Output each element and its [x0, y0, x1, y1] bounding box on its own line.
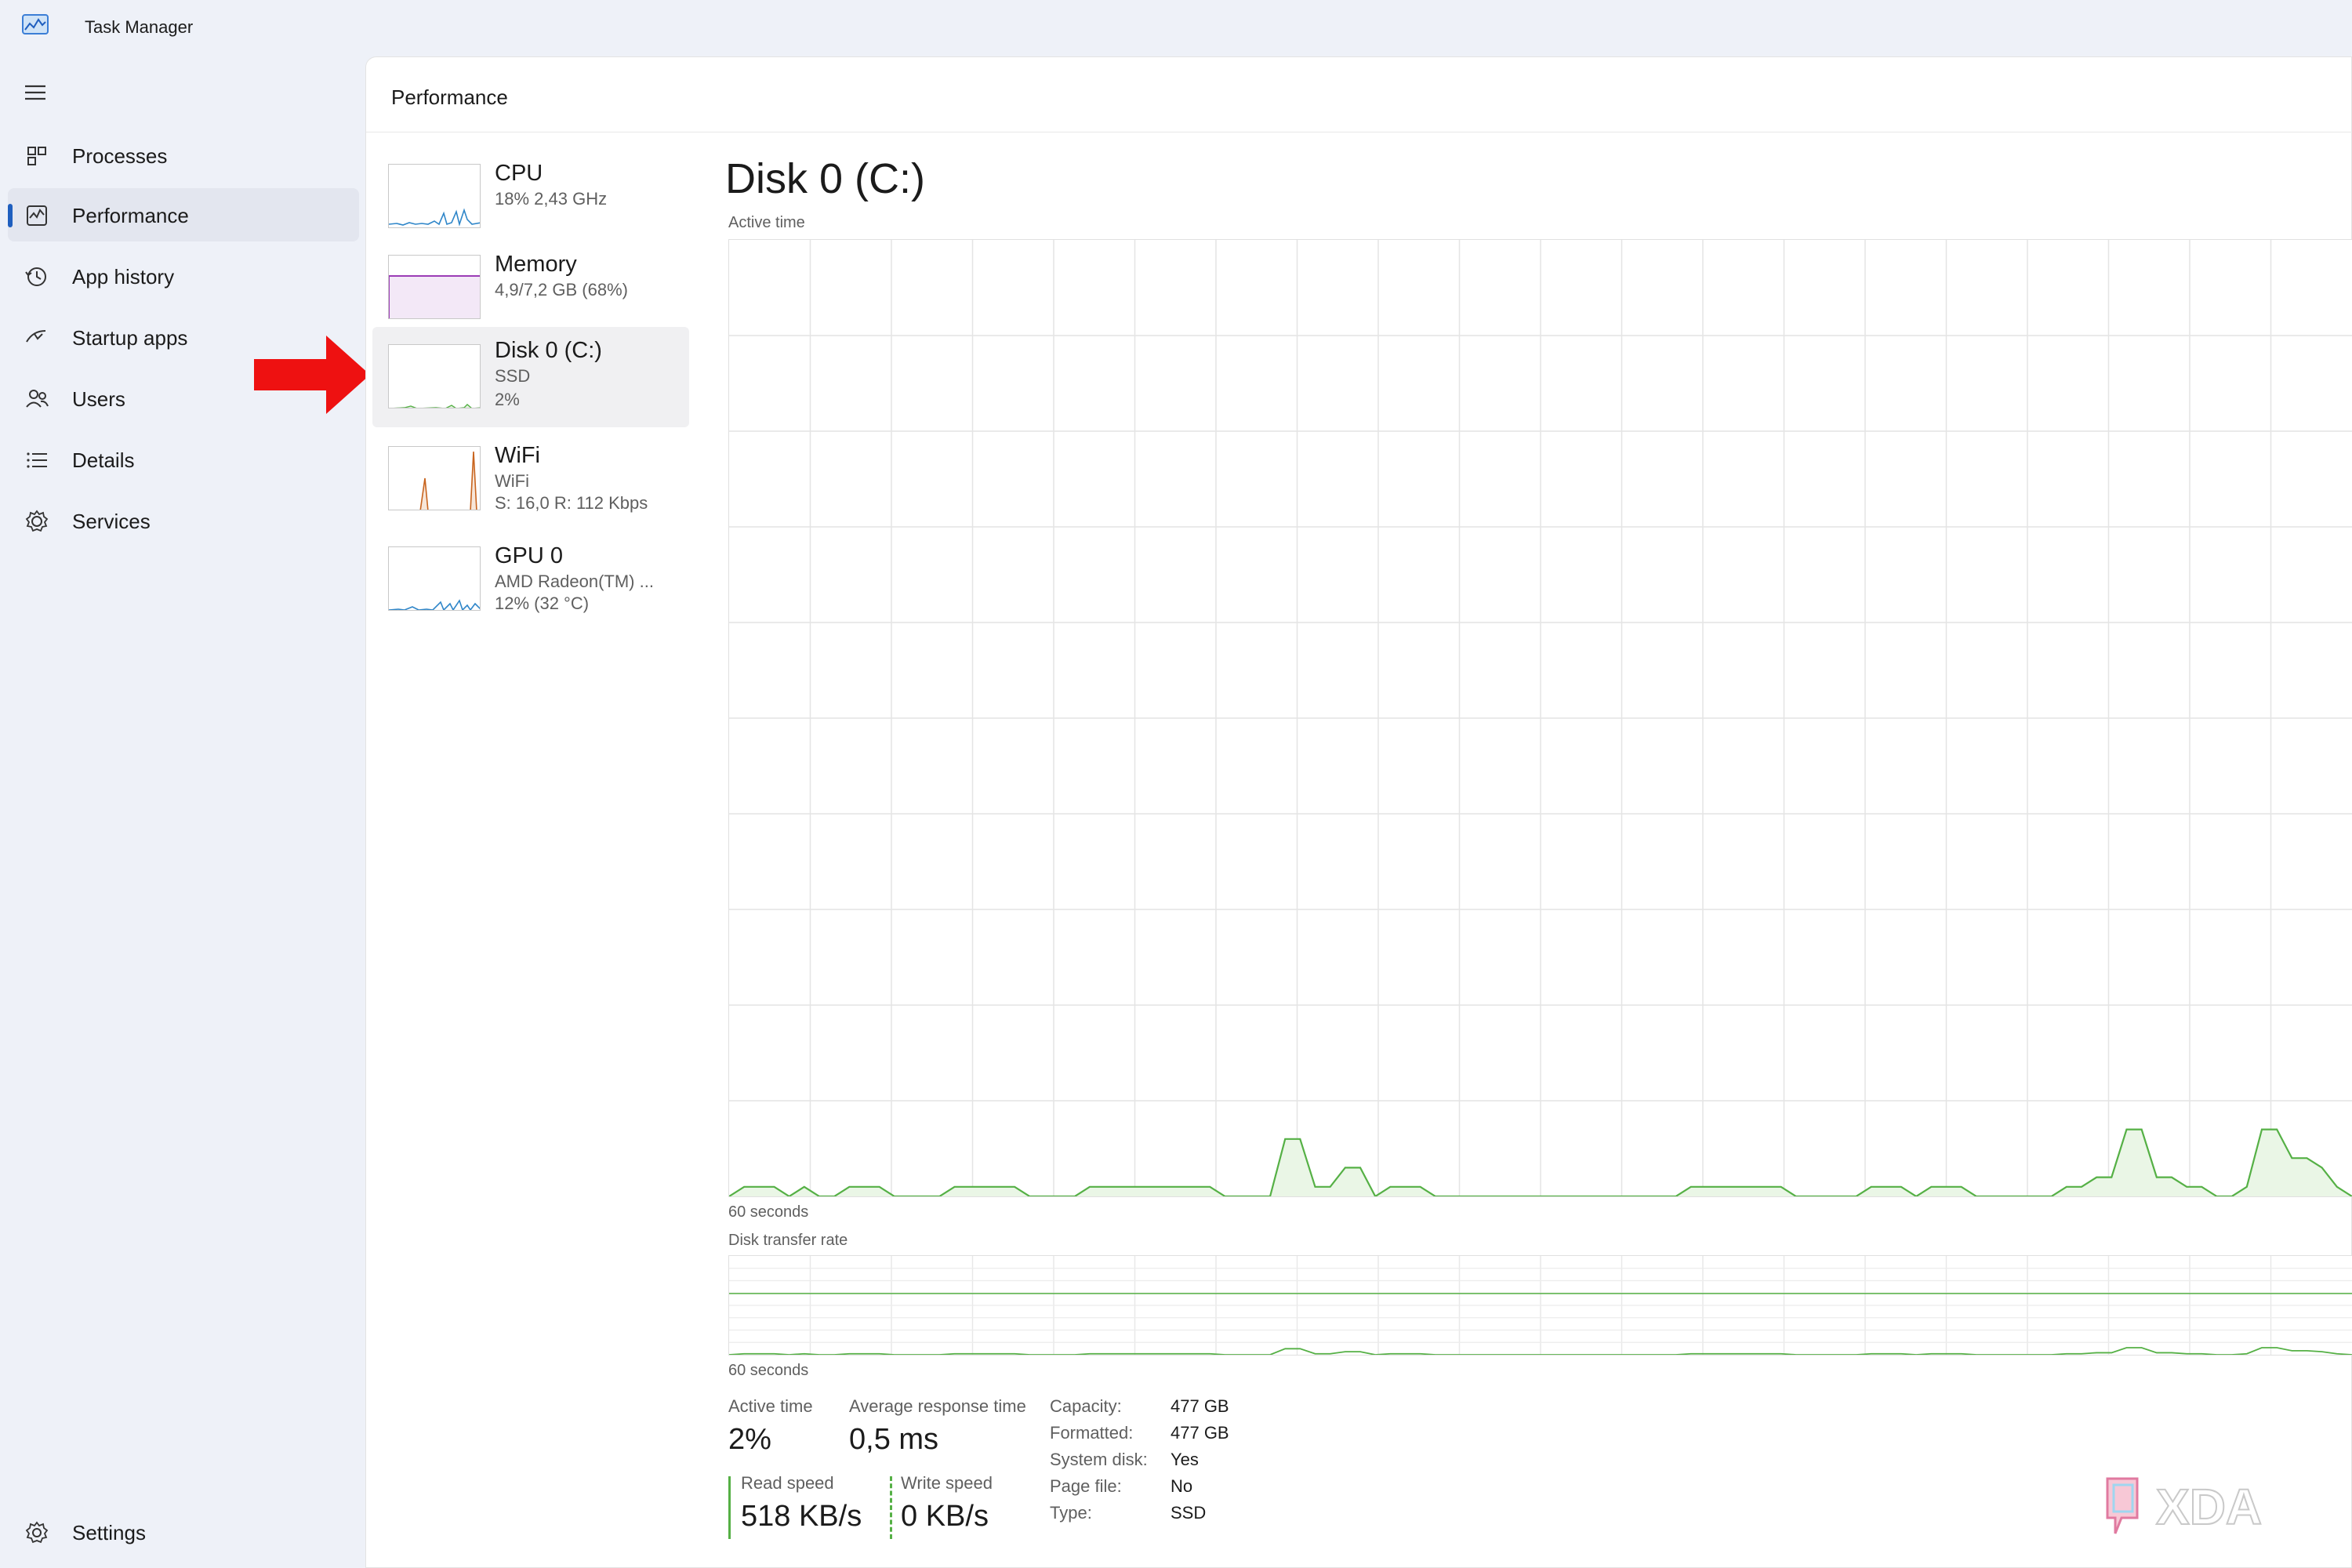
device-detail: S: 16,0 R: 112 Kbps	[495, 493, 648, 513]
write-speed-bar	[890, 1476, 892, 1539]
transfer-rate-chart-label: Disk transfer rate	[728, 1232, 848, 1249]
nav-item-label: App history	[72, 265, 175, 289]
device-detail: 4,9/7,2 GB (68%)	[495, 280, 628, 299]
window-title: Task Manager	[85, 17, 194, 37]
active-time-chart	[728, 239, 2352, 1197]
red-arrow-annotation	[254, 336, 370, 414]
device-item-disk0[interactable]: Disk 0 (C:) SSD 2%	[372, 327, 689, 427]
cpu-thumbnail-graph	[388, 164, 481, 228]
disk-transfer-rate-chart	[728, 1255, 2352, 1356]
nav-item-services[interactable]: Services	[8, 494, 359, 547]
device-detail: SSD	[495, 366, 531, 386]
nav-item-app-history[interactable]: App history	[8, 249, 359, 303]
device-name: Disk 0 (C:)	[495, 338, 602, 363]
users-icon	[26, 390, 49, 408]
write-speed-label: Write speed	[901, 1473, 993, 1493]
wifi-thumbnail-graph	[388, 446, 481, 510]
xda-watermark-logo: XDA	[2106, 1477, 2263, 1536]
device-detail: 2%	[495, 390, 520, 409]
xda-watermark-text: XDA	[2156, 1479, 2262, 1535]
nav-item-label: Performance	[72, 204, 189, 227]
app-history-icon	[25, 267, 46, 286]
device-name: Memory	[495, 252, 577, 277]
nav-item-label: Users	[72, 387, 125, 411]
active-time-stat-value: 2%	[728, 1423, 771, 1456]
nav-item-label: Startup apps	[72, 326, 188, 350]
avg-response-stat-value: 0,5 ms	[849, 1423, 939, 1456]
type-value: SSD	[1171, 1503, 1207, 1523]
nav-item-processes[interactable]: Processes	[8, 129, 359, 182]
performance-icon	[27, 205, 47, 226]
active-time-stat-label: Active time	[728, 1396, 813, 1416]
gpu-thumbnail-graph	[388, 546, 481, 611]
device-item-gpu0[interactable]: GPU 0 AMD Radeon(TM) ... 12% (32 °C)	[372, 532, 689, 630]
services-icon	[25, 510, 49, 532]
system-disk-label: System disk:	[1050, 1450, 1148, 1469]
device-name: WiFi	[495, 443, 540, 468]
device-detail: 12% (32 °C)	[495, 593, 590, 613]
type-label: Type:	[1050, 1503, 1092, 1523]
hamburger-menu-icon[interactable]	[22, 82, 49, 103]
selected-indicator	[8, 204, 13, 227]
page-file-value: No	[1171, 1476, 1193, 1496]
write-speed-value: 0 KB/s	[901, 1500, 989, 1533]
nav-item-label: Services	[72, 510, 151, 533]
disk-thumbnail-graph	[388, 344, 481, 408]
device-item-cpu[interactable]: CPU 18% 2,43 GHz	[372, 150, 689, 247]
page-title: Performance	[391, 85, 508, 109]
device-item-wifi[interactable]: WiFi WiFi S: 16,0 R: 112 Kbps	[372, 432, 689, 529]
active-time-chart-label: Active time	[728, 214, 805, 231]
device-item-memory[interactable]: Memory 4,9/7,2 GB (68%)	[372, 241, 689, 338]
time-span-label: 60 seconds	[728, 1203, 809, 1221]
capacity-value: 477 GB	[1171, 1396, 1229, 1416]
nav-item-details[interactable]: Details	[8, 433, 359, 486]
formatted-label: Formatted:	[1050, 1423, 1134, 1443]
device-detail: AMD Radeon(TM) ...	[495, 572, 654, 591]
nav-item-label: Details	[72, 448, 135, 472]
avg-response-stat-label: Average response time	[849, 1396, 1026, 1416]
capacity-label: Capacity:	[1050, 1396, 1122, 1416]
read-speed-label: Read speed	[741, 1473, 834, 1493]
content-panel: Performance CPU 18% 2,43 GHz Memory 4,9/…	[365, 56, 2352, 1568]
nav-item-settings[interactable]: Settings	[8, 1505, 359, 1559]
startup-apps-icon	[26, 330, 46, 343]
device-detail: WiFi	[495, 471, 529, 491]
read-speed-value: 518 KB/s	[741, 1500, 862, 1533]
device-detail: 18% 2,43 GHz	[495, 189, 608, 209]
nav-item-performance[interactable]: Performance	[8, 188, 359, 241]
content-header: Performance	[366, 57, 2352, 132]
memory-thumbnail-graph	[388, 255, 481, 319]
device-name: CPU	[495, 161, 543, 186]
time-span-label: 60 seconds	[728, 1362, 809, 1379]
system-disk-value: Yes	[1171, 1450, 1199, 1469]
device-name: GPU 0	[495, 543, 564, 568]
task-manager-app-icon	[22, 14, 49, 34]
title-bar: Task Manager	[0, 0, 2352, 56]
read-speed-bar	[728, 1476, 731, 1539]
gear-icon	[25, 1521, 49, 1544]
page-file-label: Page file:	[1050, 1476, 1122, 1496]
disk-detail-title: Disk 0 (C:)	[725, 155, 925, 202]
processes-icon	[27, 147, 46, 165]
formatted-value: 477 GB	[1171, 1423, 1229, 1443]
settings-label: Settings	[72, 1521, 146, 1544]
nav-item-label: Processes	[72, 144, 168, 168]
details-icon	[27, 452, 47, 468]
